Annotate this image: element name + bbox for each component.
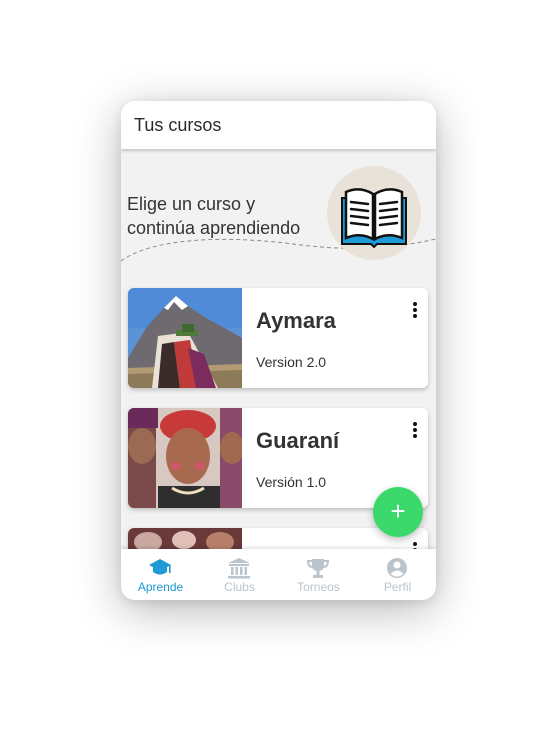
nav-label: Aprende [137,580,184,594]
course-version: Version 2.0 [256,354,327,370]
hero-line-1: Elige un curso y [127,194,256,214]
course-title: Guaraní [256,428,340,453]
bottom-navigation: Aprende Clubs Torneos Perfil [121,549,436,600]
course-version: Versión 1.0 [256,474,327,490]
course-title: Aymara [256,308,336,333]
course-image [128,288,242,388]
course-card-aymara[interactable]: Aymara Version 2.0 [128,288,428,388]
trophy-icon [306,559,330,578]
nav-label: Perfil [383,580,412,594]
phone-screen: Tus cursos Elige un curso y continúa apr… [121,101,436,600]
institution-icon [228,558,250,579]
app-bar: Tus cursos [121,101,436,149]
add-course-button[interactable]: + [373,487,423,537]
more-vert-icon[interactable] [410,302,420,320]
nav-label: Torneos [297,580,340,594]
more-vert-icon[interactable] [410,542,420,549]
course-image [128,408,242,508]
user-circle-icon [387,558,407,578]
book-illustration [327,166,421,260]
more-vert-icon[interactable] [410,422,420,440]
nav-item-aprende[interactable]: Aprende [121,549,200,600]
nav-item-clubs[interactable]: Clubs [200,549,279,600]
nav-label: Clubs [224,580,255,594]
nav-item-torneos[interactable]: Torneos [279,549,358,600]
page-title: Tus cursos [134,115,222,135]
course-image [128,528,242,549]
graduation-cap-icon [149,559,171,575]
nav-item-perfil[interactable]: Perfil [358,549,436,600]
open-book-icon [341,188,407,249]
